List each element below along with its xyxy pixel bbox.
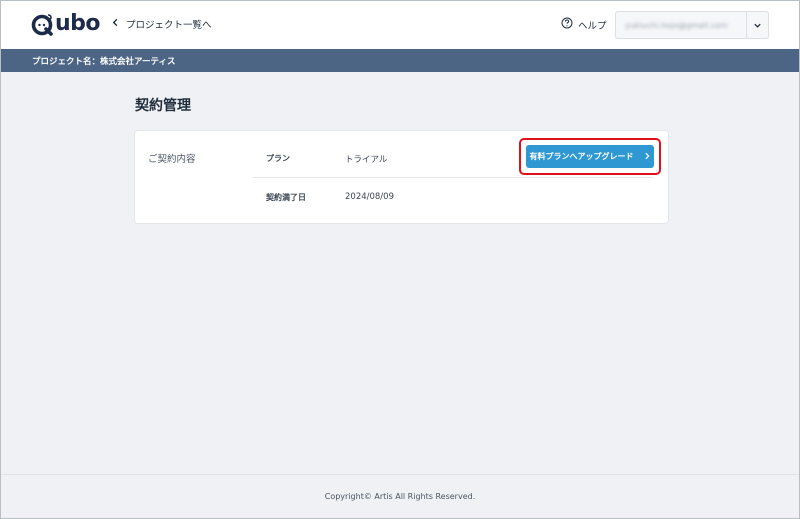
upgrade-plan-button[interactable]: 有料プランへアップグレード [526, 145, 654, 168]
project-name-label: プロジェクト名：株式会社アーティス [32, 56, 176, 67]
question-circle-icon [561, 17, 573, 32]
top-header: ubo プロジェクト一覧へ ヘルプ yukiuchi.hojo@gmail.co… [1, 1, 799, 49]
project-name-bar: プロジェクト名：株式会社アーティス [1, 49, 799, 72]
expiry-label: 契約満了日 [266, 193, 306, 202]
copyright-text: Copyright© Artis All Rights Reserved. [324, 492, 476, 501]
plan-label: プラン [266, 154, 290, 163]
row-divider [253, 177, 653, 178]
upgrade-button-label: 有料プランへアップグレード [529, 152, 634, 161]
user-account-select[interactable]: yukiuchi.hojo@gmail.com [615, 11, 769, 39]
plan-value: トライアル [345, 155, 388, 165]
help-label: ヘルプ [578, 20, 607, 32]
page-title: 契約管理 [135, 98, 191, 114]
logo-text: ubo [55, 11, 101, 36]
chevron-right-icon [643, 152, 651, 162]
upgrade-highlight-box: 有料プランへアップグレード [519, 138, 661, 175]
page-footer: Copyright© Artis All Rights Reserved. [1, 474, 799, 518]
app-frame: ubo プロジェクト一覧へ ヘルプ yukiuchi.hojo@gmail.co… [0, 0, 800, 519]
back-link-label: プロジェクト一覧へ [126, 20, 212, 31]
contract-card: ご契約内容 プラン トライアル 契約満了日 2024/08/09 有料プランへア… [135, 131, 668, 223]
user-email: yukiuchi.hojo@gmail.com [625, 20, 728, 30]
expiry-value: 2024/08/09 [345, 192, 394, 202]
qubo-logo[interactable]: ubo [31, 11, 101, 36]
logo-q-mark [31, 12, 55, 36]
contract-section-label: ご契約内容 [148, 154, 196, 165]
chevron-left-icon [111, 18, 120, 30]
chevron-down-icon[interactable] [746, 12, 768, 38]
back-to-projects-link[interactable]: プロジェクト一覧へ [111, 17, 212, 31]
help-link[interactable]: ヘルプ [561, 17, 607, 32]
